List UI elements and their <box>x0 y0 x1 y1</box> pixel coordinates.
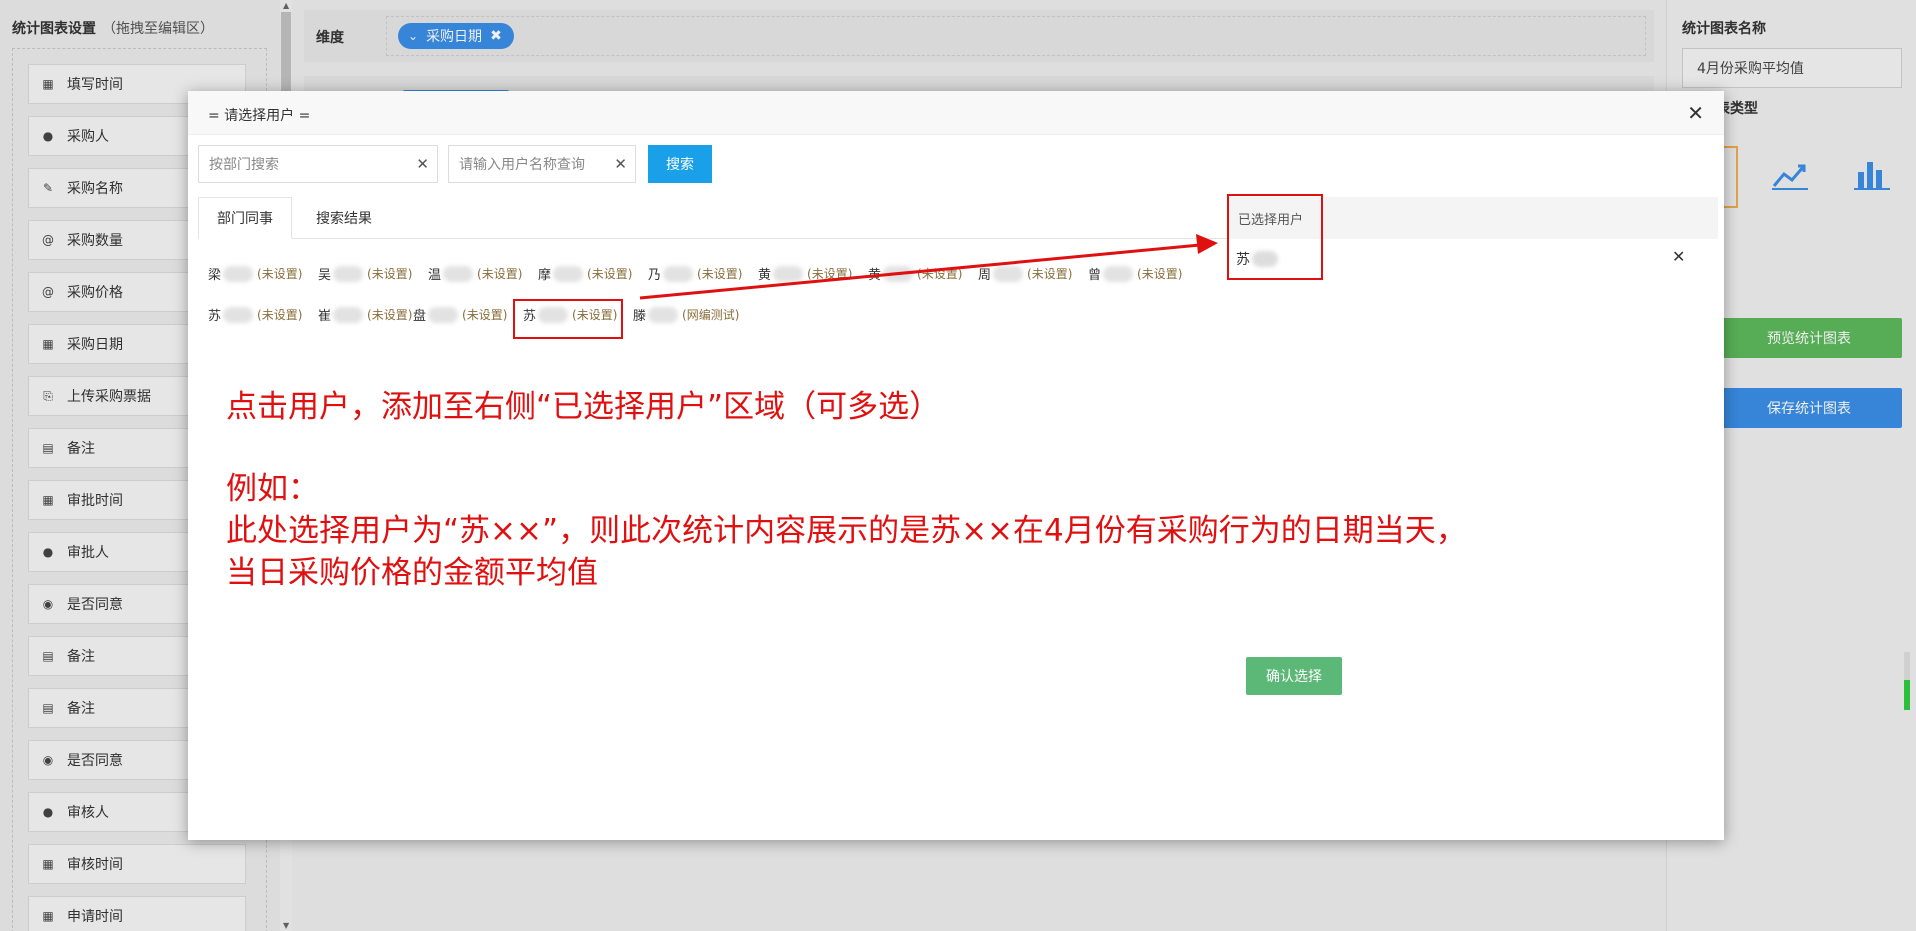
user-status: (未设置) <box>587 267 633 281</box>
user-item[interactable]: 周 (未设置) <box>978 264 1072 283</box>
user-item[interactable]: 黄 (未设置) <box>758 264 852 283</box>
user-name: 周 <box>978 268 992 283</box>
user-name: 盘 <box>413 309 427 324</box>
tab-dept-colleagues[interactable]: 部门同事 <box>198 197 292 239</box>
user-name: 崔 <box>318 309 332 324</box>
user-status: (未设置) <box>917 267 963 281</box>
user-status: (未设置) <box>697 267 743 281</box>
user-name: 苏 <box>208 309 222 324</box>
dept-search-placeholder: 按部门搜索 <box>209 157 279 173</box>
close-icon[interactable]: ✕ <box>1687 101 1704 125</box>
dept-search-input[interactable]: 按部门搜索 ✕ <box>198 145 438 183</box>
select-user-modal: = 请选择用户 = ✕ 按部门搜索 ✕ 请输入用户名称查询 ✕ 搜索 部门同事 … <box>188 91 1724 840</box>
user-name: 梁 <box>208 268 222 283</box>
name-mask <box>223 265 254 282</box>
name-mask <box>553 265 584 282</box>
annotation-line-4: 当日采购价格的金额平均值 <box>226 555 598 591</box>
user-status: (未设置) <box>257 267 303 281</box>
name-mask <box>773 265 804 282</box>
user-name: 摩 <box>538 268 552 283</box>
tab-search-results[interactable]: 搜索结果 <box>298 197 390 239</box>
user-name: 温 <box>428 268 442 283</box>
user-status: (未设置) <box>1137 267 1183 281</box>
user-item[interactable]: 崔 (未设置) <box>318 305 412 324</box>
selected-users-highlight <box>1227 194 1323 280</box>
user-name: 黄 <box>758 268 772 283</box>
user-item[interactable]: 温 (未设置) <box>428 264 522 283</box>
user-item[interactable]: 吴 (未设置) <box>318 264 412 283</box>
user-item[interactable]: 梁 (未设置) <box>208 264 302 283</box>
name-search-input[interactable]: 请输入用户名称查询 ✕ <box>448 145 636 183</box>
user-status: (网编测试) <box>682 308 740 322</box>
name-mask <box>223 306 254 323</box>
user-name: 滕 <box>633 309 647 324</box>
name-mask <box>883 265 914 282</box>
user-item[interactable]: 曾 (未设置) <box>1088 264 1182 283</box>
clear-dept-search-icon[interactable]: ✕ <box>416 155 429 173</box>
name-mask <box>333 265 364 282</box>
user-status: (未设置) <box>367 308 413 322</box>
user-status: (未设置) <box>477 267 523 281</box>
user-name: 曾 <box>1088 268 1102 283</box>
name-mask <box>443 265 474 282</box>
user-item[interactable]: 乃 (未设置) <box>648 264 742 283</box>
user-status: (未设置) <box>462 308 508 322</box>
user-status: (未设置) <box>1027 267 1073 281</box>
user-item[interactable]: 滕 (网编测试) <box>633 305 739 324</box>
user-name: 黄 <box>868 268 882 283</box>
annotation-line-1: 点击用户，添加至右侧“已选择用户”区域（可多选） <box>226 389 941 425</box>
modal-header: = 请选择用户 = ✕ <box>188 91 1724 135</box>
name-mask <box>333 306 364 323</box>
user-item[interactable]: 盘 (未设置) <box>413 305 507 324</box>
user-highlight <box>513 299 623 339</box>
user-status: (未设置) <box>807 267 853 281</box>
user-tabs: 部门同事 搜索结果 <box>198 197 1228 239</box>
name-search-placeholder: 请输入用户名称查询 <box>459 157 585 173</box>
user-item[interactable]: 黄 (未设置) <box>868 264 962 283</box>
user-name: 吴 <box>318 268 332 283</box>
user-item[interactable]: 苏 (未设置) <box>208 305 302 324</box>
confirm-selection-button[interactable]: 确认选择 <box>1246 657 1342 695</box>
name-mask <box>648 306 679 323</box>
name-mask <box>428 306 459 323</box>
annotation-line-2: 例如： <box>226 471 319 507</box>
user-status: (未设置) <box>367 267 413 281</box>
modal-title: = 请选择用户 = <box>208 108 311 124</box>
user-name: 乃 <box>648 268 662 283</box>
name-mask <box>1103 265 1134 282</box>
search-button[interactable]: 搜索 <box>648 145 712 183</box>
remove-selected-icon[interactable]: ✕ <box>1672 247 1685 266</box>
user-item[interactable]: 摩 (未设置) <box>538 264 632 283</box>
user-status: (未设置) <box>257 308 303 322</box>
name-mask <box>663 265 694 282</box>
name-mask <box>993 265 1024 282</box>
annotation-line-3: 此处选择用户为“苏××”，则此次统计内容展示的是苏××在4月份有采购行为的日期当… <box>226 513 1467 549</box>
clear-name-search-icon[interactable]: ✕ <box>614 155 627 173</box>
